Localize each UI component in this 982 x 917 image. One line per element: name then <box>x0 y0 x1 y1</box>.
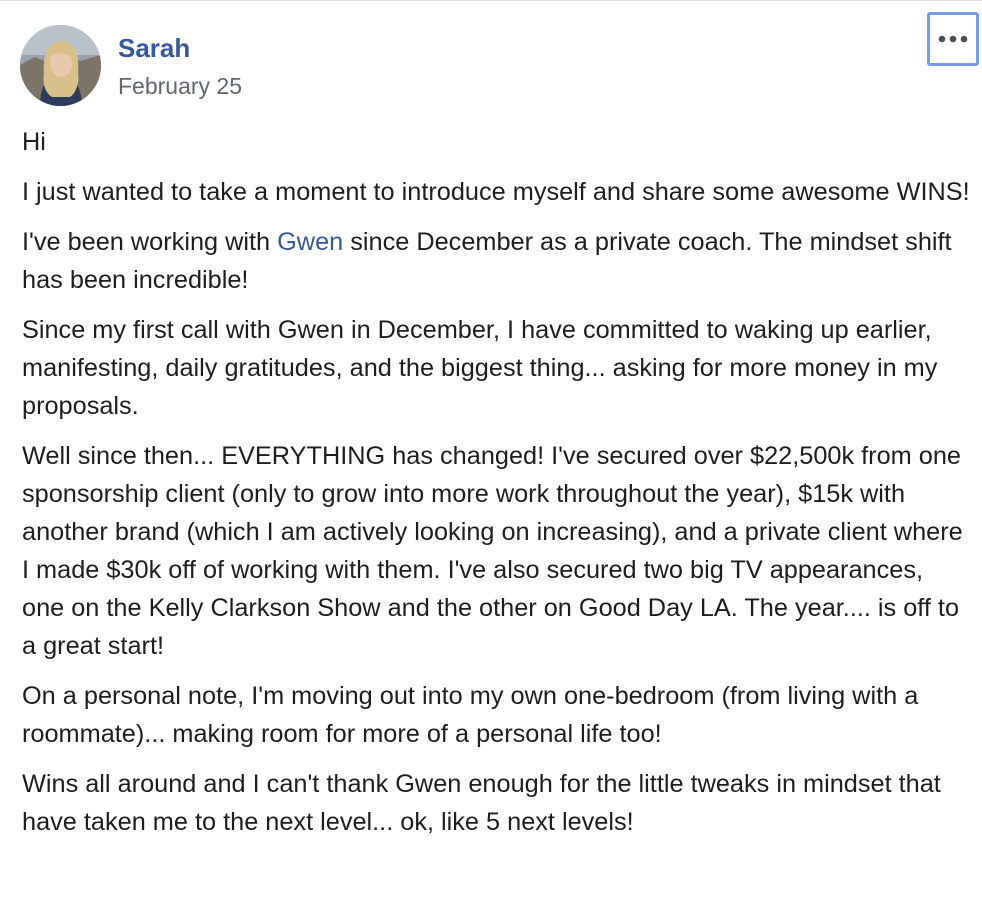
post-body: Hi I just wanted to take a moment to int… <box>22 123 972 853</box>
post-options-button[interactable] <box>927 12 979 66</box>
post-paragraph: Well since then... EVERYTHING has change… <box>22 442 963 660</box>
post-paragraph: Hi <box>22 128 46 156</box>
post-paragraph: Since my first call with Gwen in Decembe… <box>22 316 938 420</box>
post-card: Sarah February 25 Hi I just wanted to ta… <box>0 0 982 917</box>
paragraph-text: I've been working with <box>22 228 278 256</box>
mention-link-gwen[interactable]: Gwen <box>277 228 343 256</box>
post-timestamp-link[interactable]: February 25 <box>118 73 242 100</box>
post-paragraph: I've been working with Gwen since Decemb… <box>22 223 972 299</box>
post-paragraph: On a personal note, I'm moving out into … <box>22 682 919 748</box>
more-horizontal-icon <box>938 35 968 43</box>
author-avatar[interactable] <box>20 25 101 106</box>
avatar-photo <box>20 25 101 106</box>
author-name-link[interactable]: Sarah <box>118 33 190 64</box>
post-paragraph: Wins all around and I can't thank Gwen e… <box>22 770 941 836</box>
post-paragraph: I just wanted to take a moment to introd… <box>22 178 970 206</box>
